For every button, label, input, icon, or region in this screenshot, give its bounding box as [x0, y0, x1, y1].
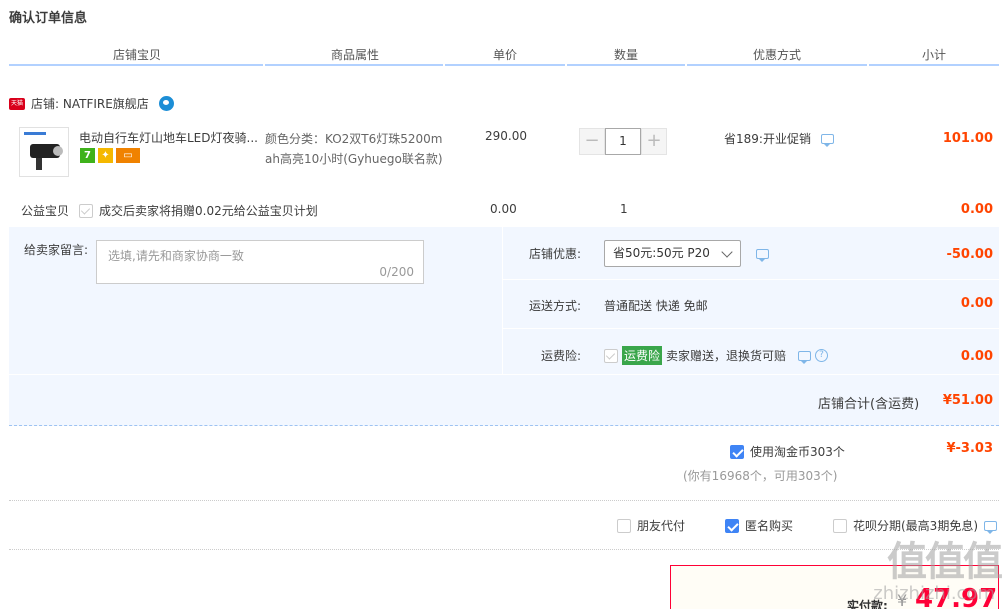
panel-divider	[502, 227, 503, 375]
tmall-icon: 天猫	[9, 97, 25, 110]
header-divider	[445, 64, 565, 66]
panel-row-divider	[503, 328, 999, 329]
column-header-discount: 优惠方式	[753, 48, 802, 62]
product-name-link[interactable]: 电动自行车灯山地车LED灯夜骑...	[79, 129, 261, 146]
charity-option: 成交后卖家将捐赠0.02元给公益宝贝计划	[79, 202, 318, 219]
product-attribute-line: ah高亮10小时(Gyhuego联名款)	[265, 152, 443, 166]
shop-name[interactable]: 店铺: NATFIRE旗舰店	[31, 95, 149, 112]
quantity-input[interactable]: 1	[605, 128, 641, 155]
comment-icon[interactable]	[756, 249, 769, 262]
promotion-info: 省189:开业促销	[724, 130, 834, 147]
watermark-url: zhizhizhi.com	[873, 583, 995, 604]
shop-discount-select[interactable]: 省50元:50元 P20	[604, 240, 741, 267]
increment-button[interactable]: +	[641, 128, 667, 155]
charity-price: 0.00	[490, 202, 517, 216]
anonymous-label: 匿名购买	[745, 519, 794, 533]
seven-day-return-icon: 7	[80, 148, 95, 163]
divider	[9, 549, 999, 550]
comment-icon[interactable]	[820, 133, 834, 147]
column-header-subtotal: 小计	[922, 48, 947, 62]
shipping-amount: 0.00	[960, 296, 993, 311]
charity-label: 公益宝贝	[21, 204, 70, 218]
chevron-down-icon	[721, 246, 733, 258]
memo-textarea[interactable]: 选填,请先和商家协商一致 0/200	[96, 240, 424, 284]
memo-char-count: 0/200	[379, 265, 414, 279]
header-divider	[9, 64, 263, 66]
decrement-button[interactable]: −	[579, 128, 605, 155]
shop-header: 天猫 店铺: NATFIRE旗舰店	[9, 95, 174, 112]
friend-pay-label: 朋友代付	[637, 519, 686, 533]
column-header-quantity: 数量	[614, 48, 639, 62]
shipping-label: 运送方式:	[529, 299, 582, 313]
unit-price: 290.00	[485, 129, 527, 143]
header-divider	[567, 64, 685, 66]
taojinbi-amount: ¥-3.03	[946, 441, 993, 456]
shop-discount-selected: 省50元:50元 P20	[613, 246, 710, 260]
comment-icon[interactable]	[798, 350, 812, 364]
credit-card-icon: ▭	[116, 148, 140, 163]
column-header-shop-item: 店铺宝贝	[113, 48, 162, 62]
guarantee-icon: ✦	[98, 148, 113, 163]
taojinbi-note: (你有16968个，可用303个)	[683, 469, 838, 483]
taojinbi-label: 使用淘金币303个	[750, 445, 845, 459]
divider	[9, 500, 999, 501]
memo-placeholder: 选填,请先和商家协商一致	[108, 249, 244, 263]
insurance-checkbox	[604, 348, 618, 363]
header-divider	[687, 64, 867, 66]
shop-total-amount: ¥51.00	[942, 393, 993, 408]
charity-subtotal: 0.00	[960, 202, 993, 217]
watermark-logo: 值值值	[887, 539, 1003, 585]
promotion-text: 省189:开业促销	[724, 132, 811, 146]
anonymous-checkbox[interactable]	[725, 518, 739, 533]
header-divider	[265, 64, 443, 66]
charity-checkbox	[79, 203, 93, 218]
product-attributes: 颜色分类：KO2双T6灯珠5200m ah高亮10小时(Gyhuego联名款)	[265, 129, 450, 169]
insurance-option: 运费险 卖家赠送，退换货可赔 ?	[604, 346, 829, 365]
friend-pay-option[interactable]: 朋友代付	[617, 517, 685, 534]
header-divider	[869, 64, 999, 66]
insurance-text: 卖家赠送，退换货可赔	[666, 349, 787, 363]
insurance-label: 运费险:	[541, 349, 582, 363]
quantity-stepper: − 1 +	[579, 128, 667, 155]
shipping-method: 普通配送 快递 免邮	[604, 299, 708, 313]
friend-pay-checkbox[interactable]	[617, 518, 631, 533]
item-subtotal: 101.00	[942, 131, 993, 146]
wangwang-chat-icon[interactable]	[158, 96, 174, 111]
help-icon[interactable]: ?	[815, 349, 829, 362]
column-header-attributes: 商品属性	[331, 48, 380, 62]
taojinbi-checkbox[interactable]	[730, 444, 744, 459]
product-thumbnail[interactable]	[19, 127, 69, 177]
panel-row-divider	[503, 279, 999, 280]
page-title: 确认订单信息	[9, 11, 88, 26]
shop-total-label: 店铺合计(含运费)	[818, 397, 920, 412]
charity-quantity: 1	[620, 202, 628, 216]
taojinbi-option[interactable]: 使用淘金币303个	[730, 443, 845, 460]
anonymous-option[interactable]: 匿名购买	[725, 517, 793, 534]
shop-discount-amount: -50.00	[946, 247, 993, 262]
service-badges: 7 ✦ ▭	[80, 148, 140, 163]
charity-text: 成交后卖家将捐赠0.02元给公益宝贝计划	[99, 204, 318, 218]
shop-discount-label: 店铺优惠:	[529, 247, 582, 261]
insurance-amount: 0.00	[960, 349, 993, 364]
insurance-tag: 运费险	[622, 346, 663, 365]
product-attribute-line: 颜色分类：KO2双T6灯珠5200m	[265, 132, 443, 146]
memo-label: 给卖家留言:	[24, 243, 89, 257]
column-header-unit-price: 单价	[493, 48, 518, 62]
panel-row-divider	[9, 374, 999, 375]
huabei-checkbox[interactable]	[833, 518, 847, 533]
